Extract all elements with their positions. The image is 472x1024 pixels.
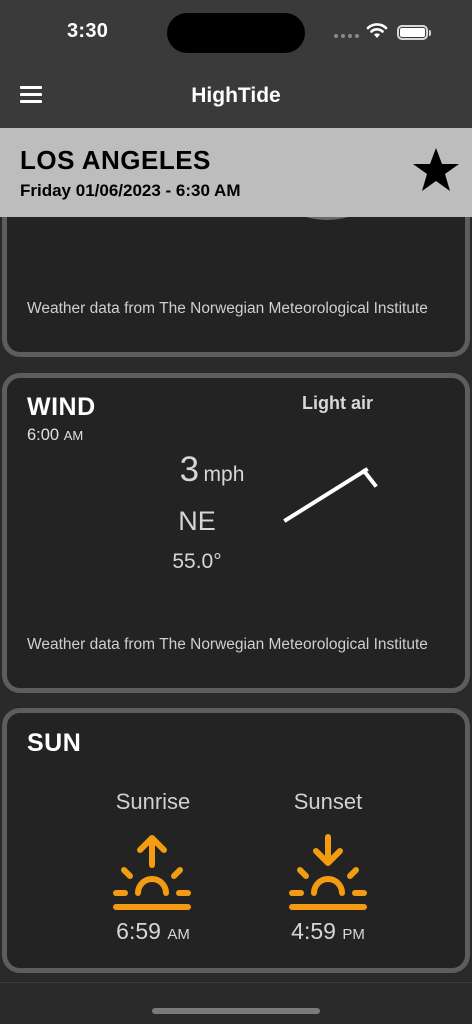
sunrise-time-value: 6:59 [116,918,161,944]
wind-speed: 3 mph [157,450,267,490]
status-time: 3:30 [67,20,109,42]
sunset-label: Sunset [293,789,363,814]
wind-card: WIND 6:00 AM Light air 3 mph NE 55.0° We… [2,373,470,693]
sunset-time: 4:59 PM [258,918,398,945]
status-bar: 3:30 [0,0,472,62]
sun-title: SUN [27,729,82,757]
location-date: Friday 01/06/2023 - 6:30 AM [20,181,241,200]
home-indicator[interactable] [152,1008,320,1014]
wifi-icon [366,23,388,38]
sunrise-label: Sunrise [115,789,191,814]
dynamic-island [167,13,305,53]
wind-direction-arrow-icon [283,467,378,523]
wind-time-value: 6:00 [27,426,60,444]
wind-description: Light air [302,393,373,413]
wind-direction: NE [178,506,216,536]
wind-attribution: Weather data from The Norwegian Meteorol… [27,636,428,653]
wind-speed-value: 3 [179,450,200,489]
sunset-ampm: PM [342,926,365,943]
location-name: LOS ANGELES [20,145,211,175]
nav-bar: HighTide [0,62,472,128]
sunset-icon [289,834,367,910]
sunrise-icon [113,835,191,910]
wind-title: WIND [27,393,96,421]
location-header: LOS ANGELES Friday 01/06/2023 - 6:30 AM [0,128,472,217]
sunrise-ampm: AM [167,926,190,943]
sunrise-time: 6:59 AM [83,918,223,945]
sun-card: SUN Sunrise Sunset 6:59 AM 4:59 PM [2,708,470,973]
sunset-time-value: 4:59 [291,918,336,944]
wind-degrees: 55.0° [172,550,222,573]
wind-time-ampm: AM [63,428,84,443]
favorite-star-icon[interactable] [411,146,461,194]
battery-icon [397,25,431,40]
wind-time: 6:00 AM [27,426,83,445]
app-title: HighTide [191,84,281,107]
cellular-signal-icon [334,34,359,38]
bottom-bar [0,982,472,1024]
wind-speed-unit: mph [203,463,245,486]
weather-attribution: Weather data from The Norwegian Meteorol… [27,300,428,317]
